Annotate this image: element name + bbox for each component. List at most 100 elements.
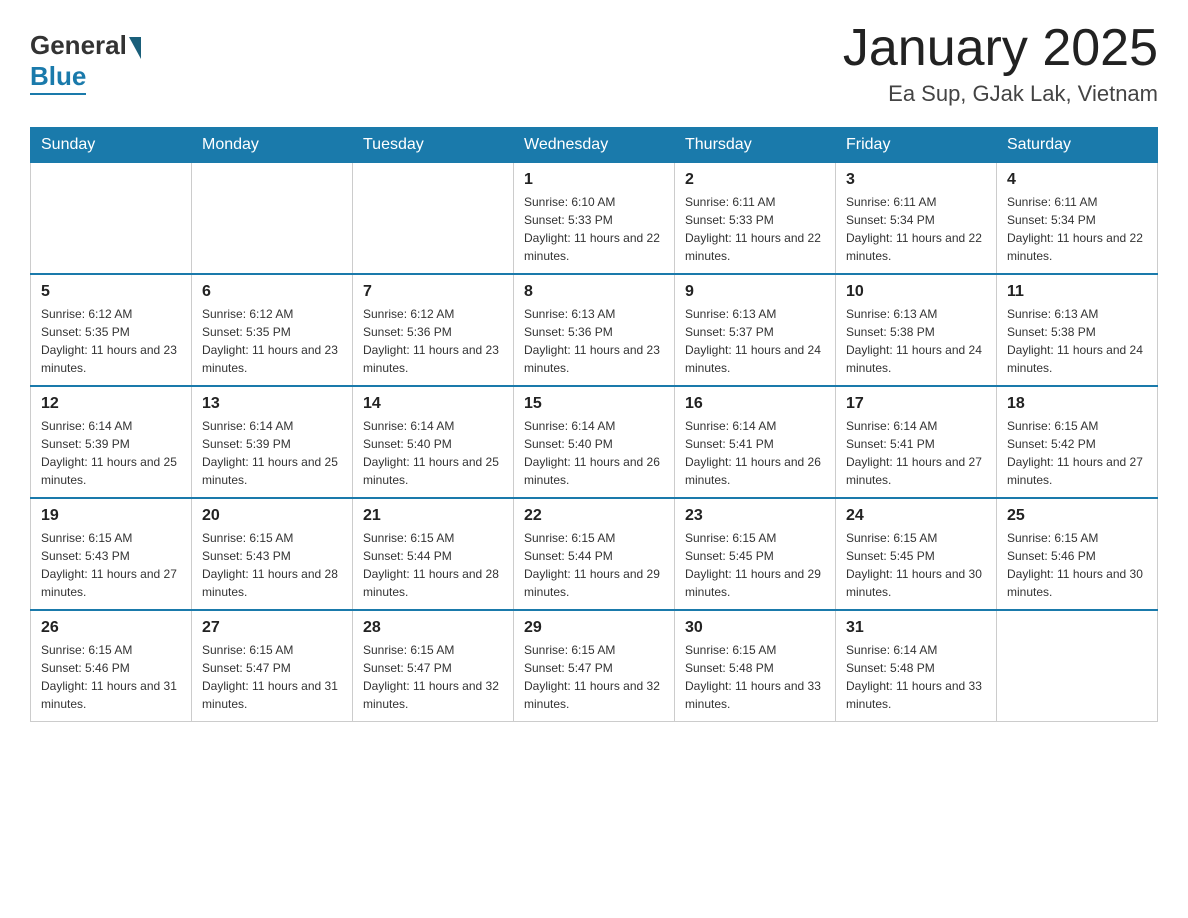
table-row: 28 Sunrise: 6:15 AM Sunset: 5:47 PM Dayli… xyxy=(353,610,514,722)
title-section: January 2025 Ea Sup, GJak Lak, Vietnam xyxy=(843,20,1158,107)
day-info: Sunrise: 6:14 AM Sunset: 5:41 PM Dayligh… xyxy=(685,417,825,489)
col-saturday: Saturday xyxy=(997,128,1158,163)
day-number: 18 xyxy=(1007,395,1147,413)
table-row: 13 Sunrise: 6:14 AM Sunset: 5:39 PM Dayli… xyxy=(192,386,353,498)
day-info: Sunrise: 6:15 AM Sunset: 5:43 PM Dayligh… xyxy=(202,529,342,601)
day-number: 15 xyxy=(524,395,664,413)
day-info: Sunrise: 6:10 AM Sunset: 5:33 PM Dayligh… xyxy=(524,193,664,265)
calendar-table: Sunday Monday Tuesday Wednesday Thursday… xyxy=(30,127,1158,722)
col-sunday: Sunday xyxy=(31,128,192,163)
table-row: 2Sunrise: 6:11 AM Sunset: 5:33 PM Daylig… xyxy=(675,163,836,275)
day-number: 8 xyxy=(524,283,664,301)
day-number: 25 xyxy=(1007,507,1147,525)
table-row xyxy=(31,163,192,275)
location-title: Ea Sup, GJak Lak, Vietnam xyxy=(843,81,1158,107)
day-number: 13 xyxy=(202,395,342,413)
table-row: 26Sunrise: 6:15 AM Sunset: 5:46 PM Dayli… xyxy=(31,610,192,722)
calendar-week-3: 12 Sunrise: 6:14 AM Sunset: 5:39 PM Dayli… xyxy=(31,386,1158,498)
day-number: 1 xyxy=(524,171,664,189)
day-number: 30 xyxy=(685,619,825,637)
table-row: 21Sunrise: 6:15 AM Sunset: 5:44 PM Dayli… xyxy=(353,498,514,610)
day-info: Sunrise: 6:15 AM Sunset: 5:45 PM Dayligh… xyxy=(685,529,825,601)
table-row: 25 Sunrise: 6:15 AM Sunset: 5:46 PM Dayli… xyxy=(997,498,1158,610)
table-row: 24 Sunrise: 6:15 AM Sunset: 5:45 PM Dayli… xyxy=(836,498,997,610)
table-row: 11 Sunrise: 6:13 AM Sunset: 5:38 PM Dayli… xyxy=(997,274,1158,386)
table-row: 29 Sunrise: 6:15 AM Sunset: 5:47 PM Dayli… xyxy=(514,610,675,722)
day-info: Sunrise: 6:14 AM Sunset: 5:40 PM Dayligh… xyxy=(363,417,503,489)
day-number: 29 xyxy=(524,619,664,637)
day-number: 6 xyxy=(202,283,342,301)
day-info: Sunrise: 6:15 AM Sunset: 5:44 PM Dayligh… xyxy=(524,529,664,601)
day-number: 23 xyxy=(685,507,825,525)
table-row: 16 Sunrise: 6:14 AM Sunset: 5:41 PM Dayli… xyxy=(675,386,836,498)
calendar-week-5: 26Sunrise: 6:15 AM Sunset: 5:46 PM Dayli… xyxy=(31,610,1158,722)
day-info: Sunrise: 6:15 AM Sunset: 5:48 PM Dayligh… xyxy=(685,641,825,713)
logo-general-text: General xyxy=(30,30,127,61)
day-info: Sunrise: 6:13 AM Sunset: 5:38 PM Dayligh… xyxy=(1007,305,1147,377)
day-number: 11 xyxy=(1007,283,1147,301)
day-number: 31 xyxy=(846,619,986,637)
col-monday: Monday xyxy=(192,128,353,163)
table-row: 7 Sunrise: 6:12 AM Sunset: 5:36 PM Daylig… xyxy=(353,274,514,386)
day-number: 17 xyxy=(846,395,986,413)
day-number: 24 xyxy=(846,507,986,525)
day-info: Sunrise: 6:14 AM Sunset: 5:40 PM Dayligh… xyxy=(524,417,664,489)
table-row xyxy=(192,163,353,275)
table-row: 10Sunrise: 6:13 AM Sunset: 5:38 PM Dayli… xyxy=(836,274,997,386)
table-row: 19 Sunrise: 6:15 AM Sunset: 5:43 PM Dayli… xyxy=(31,498,192,610)
day-info: Sunrise: 6:14 AM Sunset: 5:39 PM Dayligh… xyxy=(202,417,342,489)
day-info: Sunrise: 6:12 AM Sunset: 5:35 PM Dayligh… xyxy=(41,305,181,377)
day-number: 12 xyxy=(41,395,181,413)
calendar-header-row: Sunday Monday Tuesday Wednesday Thursday… xyxy=(31,128,1158,163)
table-row: 6Sunrise: 6:12 AM Sunset: 5:35 PM Daylig… xyxy=(192,274,353,386)
page-header: General Blue January 2025 Ea Sup, GJak L… xyxy=(30,20,1158,107)
table-row: 20 Sunrise: 6:15 AM Sunset: 5:43 PM Dayli… xyxy=(192,498,353,610)
col-friday: Friday xyxy=(836,128,997,163)
table-row: 9 Sunrise: 6:13 AM Sunset: 5:37 PM Daylig… xyxy=(675,274,836,386)
day-info: Sunrise: 6:15 AM Sunset: 5:47 PM Dayligh… xyxy=(363,641,503,713)
table-row: 30 Sunrise: 6:15 AM Sunset: 5:48 PM Dayli… xyxy=(675,610,836,722)
day-info: Sunrise: 6:15 AM Sunset: 5:46 PM Dayligh… xyxy=(1007,529,1147,601)
day-number: 27 xyxy=(202,619,342,637)
day-info: Sunrise: 6:13 AM Sunset: 5:38 PM Dayligh… xyxy=(846,305,986,377)
calendar-week-4: 19 Sunrise: 6:15 AM Sunset: 5:43 PM Dayli… xyxy=(31,498,1158,610)
col-thursday: Thursday xyxy=(675,128,836,163)
day-info: Sunrise: 6:13 AM Sunset: 5:37 PM Dayligh… xyxy=(685,305,825,377)
day-info: Sunrise: 6:15 AM Sunset: 5:46 PM Dayligh… xyxy=(41,641,181,713)
day-number: 19 xyxy=(41,507,181,525)
day-info: Sunrise: 6:15 AM Sunset: 5:45 PM Dayligh… xyxy=(846,529,986,601)
day-number: 7 xyxy=(363,283,503,301)
day-number: 16 xyxy=(685,395,825,413)
table-row: 5Sunrise: 6:12 AM Sunset: 5:35 PM Daylig… xyxy=(31,274,192,386)
day-info: Sunrise: 6:14 AM Sunset: 5:41 PM Dayligh… xyxy=(846,417,986,489)
table-row: 1 Sunrise: 6:10 AM Sunset: 5:33 PM Daylig… xyxy=(514,163,675,275)
day-number: 9 xyxy=(685,283,825,301)
table-row: 22 Sunrise: 6:15 AM Sunset: 5:44 PM Dayli… xyxy=(514,498,675,610)
day-number: 14 xyxy=(363,395,503,413)
calendar-week-2: 5Sunrise: 6:12 AM Sunset: 5:35 PM Daylig… xyxy=(31,274,1158,386)
day-info: Sunrise: 6:15 AM Sunset: 5:47 PM Dayligh… xyxy=(202,641,342,713)
table-row: 15 Sunrise: 6:14 AM Sunset: 5:40 PM Dayli… xyxy=(514,386,675,498)
day-info: Sunrise: 6:15 AM Sunset: 5:42 PM Dayligh… xyxy=(1007,417,1147,489)
logo-blue-text: Blue xyxy=(30,61,86,95)
day-number: 2 xyxy=(685,171,825,189)
day-info: Sunrise: 6:12 AM Sunset: 5:36 PM Dayligh… xyxy=(363,305,503,377)
table-row: 8Sunrise: 6:13 AM Sunset: 5:36 PM Daylig… xyxy=(514,274,675,386)
day-number: 20 xyxy=(202,507,342,525)
calendar-week-1: 1 Sunrise: 6:10 AM Sunset: 5:33 PM Daylig… xyxy=(31,163,1158,275)
day-info: Sunrise: 6:15 AM Sunset: 5:43 PM Dayligh… xyxy=(41,529,181,601)
table-row: 31Sunrise: 6:14 AM Sunset: 5:48 PM Dayli… xyxy=(836,610,997,722)
col-tuesday: Tuesday xyxy=(353,128,514,163)
day-info: Sunrise: 6:11 AM Sunset: 5:34 PM Dayligh… xyxy=(1007,193,1147,265)
day-number: 28 xyxy=(363,619,503,637)
col-wednesday: Wednesday xyxy=(514,128,675,163)
day-number: 22 xyxy=(524,507,664,525)
day-info: Sunrise: 6:11 AM Sunset: 5:34 PM Dayligh… xyxy=(846,193,986,265)
table-row: 12Sunrise: 6:14 AM Sunset: 5:39 PM Dayli… xyxy=(31,386,192,498)
table-row: 3Sunrise: 6:11 AM Sunset: 5:34 PM Daylig… xyxy=(836,163,997,275)
logo: General Blue xyxy=(30,30,141,95)
table-row xyxy=(353,163,514,275)
day-info: Sunrise: 6:15 AM Sunset: 5:47 PM Dayligh… xyxy=(524,641,664,713)
day-info: Sunrise: 6:15 AM Sunset: 5:44 PM Dayligh… xyxy=(363,529,503,601)
table-row xyxy=(997,610,1158,722)
